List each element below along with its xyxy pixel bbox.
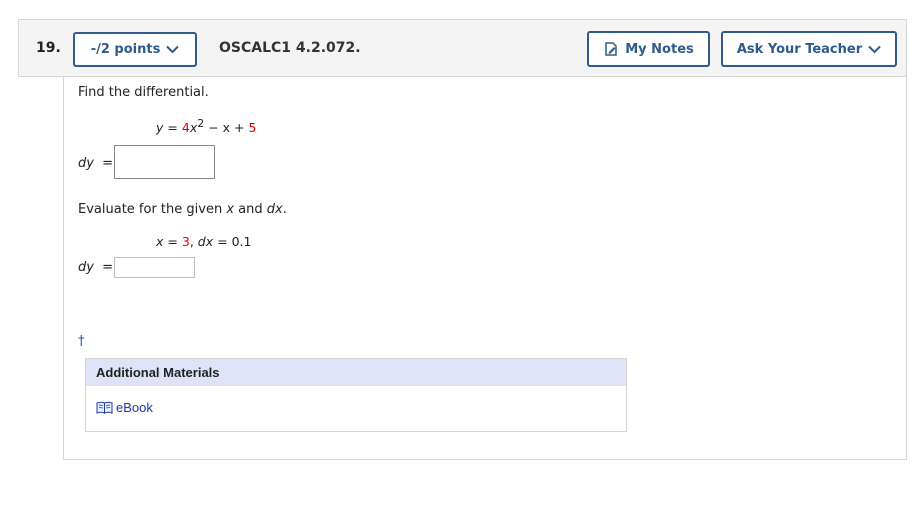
dy-equals: = xyxy=(102,156,113,171)
question-code: OSCALC1 4.2.072. xyxy=(219,40,361,56)
points-label: -/2 points xyxy=(90,42,161,57)
dy-answer-input[interactable] xyxy=(114,145,215,179)
question-header: 19. -/2 points OSCALC1 4.2.072. My Notes… xyxy=(18,19,907,77)
dy-symbol: dy xyxy=(78,260,94,275)
evaluate-prefix: Evaluate for the given xyxy=(78,202,223,217)
my-notes-button[interactable]: My Notes xyxy=(587,31,710,67)
dy-label-2: dy = xyxy=(78,260,113,275)
eq-constant: 5 xyxy=(248,120,257,136)
points-dropdown-button[interactable]: -/2 points xyxy=(73,32,197,67)
eq-coefficient: 4 xyxy=(181,120,190,136)
evaluate-x: x xyxy=(226,202,235,217)
chevron-down-icon xyxy=(868,45,881,53)
dy-evaluated-answer-input[interactable] xyxy=(114,257,195,278)
dy-label-1: dy = xyxy=(78,156,113,171)
ebook-label: eBook xyxy=(116,400,153,415)
chevron-down-icon xyxy=(166,45,180,54)
my-notes-label: My Notes xyxy=(625,41,694,57)
given-dx-value: 0.1 xyxy=(231,234,252,249)
evaluate-dx: dx xyxy=(266,202,283,217)
dy-symbol: dy xyxy=(78,156,94,171)
book-icon xyxy=(96,401,113,414)
ebook-link[interactable]: eBook xyxy=(96,400,153,415)
additional-materials-title: Additional Materials xyxy=(86,359,626,386)
evaluate-and: and xyxy=(238,202,263,217)
additional-materials-panel: Additional Materials eBook xyxy=(85,358,627,432)
given-comma: , xyxy=(189,234,194,249)
note-edit-icon xyxy=(605,42,617,56)
ask-teacher-label: Ask Your Teacher xyxy=(736,41,863,57)
given-dx-label: dx xyxy=(197,234,214,249)
given-values: x = 3, dx = 0.1 xyxy=(156,234,251,249)
eq-y: y xyxy=(156,120,164,136)
given-x-value: 3 xyxy=(181,234,190,249)
eq-equals: = xyxy=(167,120,178,136)
question-number: 19. xyxy=(36,40,61,56)
given-dx-equals: = xyxy=(217,234,228,249)
function-equation: y = 4x2 − x + 5 xyxy=(156,117,256,135)
eq-minus-x: − x + xyxy=(208,120,245,136)
given-x-label: x xyxy=(156,234,164,249)
evaluate-instruction: Evaluate for the given x and dx. xyxy=(78,202,287,217)
eq-exponent: 2 xyxy=(197,117,205,130)
footnote-dagger: † xyxy=(78,334,85,349)
given-x-equals: = xyxy=(167,234,178,249)
instruction-text: Find the differential. xyxy=(78,85,209,100)
ask-your-teacher-button[interactable]: Ask Your Teacher xyxy=(721,31,897,67)
dy-equals: = xyxy=(102,260,113,275)
evaluate-period: . xyxy=(282,202,287,217)
